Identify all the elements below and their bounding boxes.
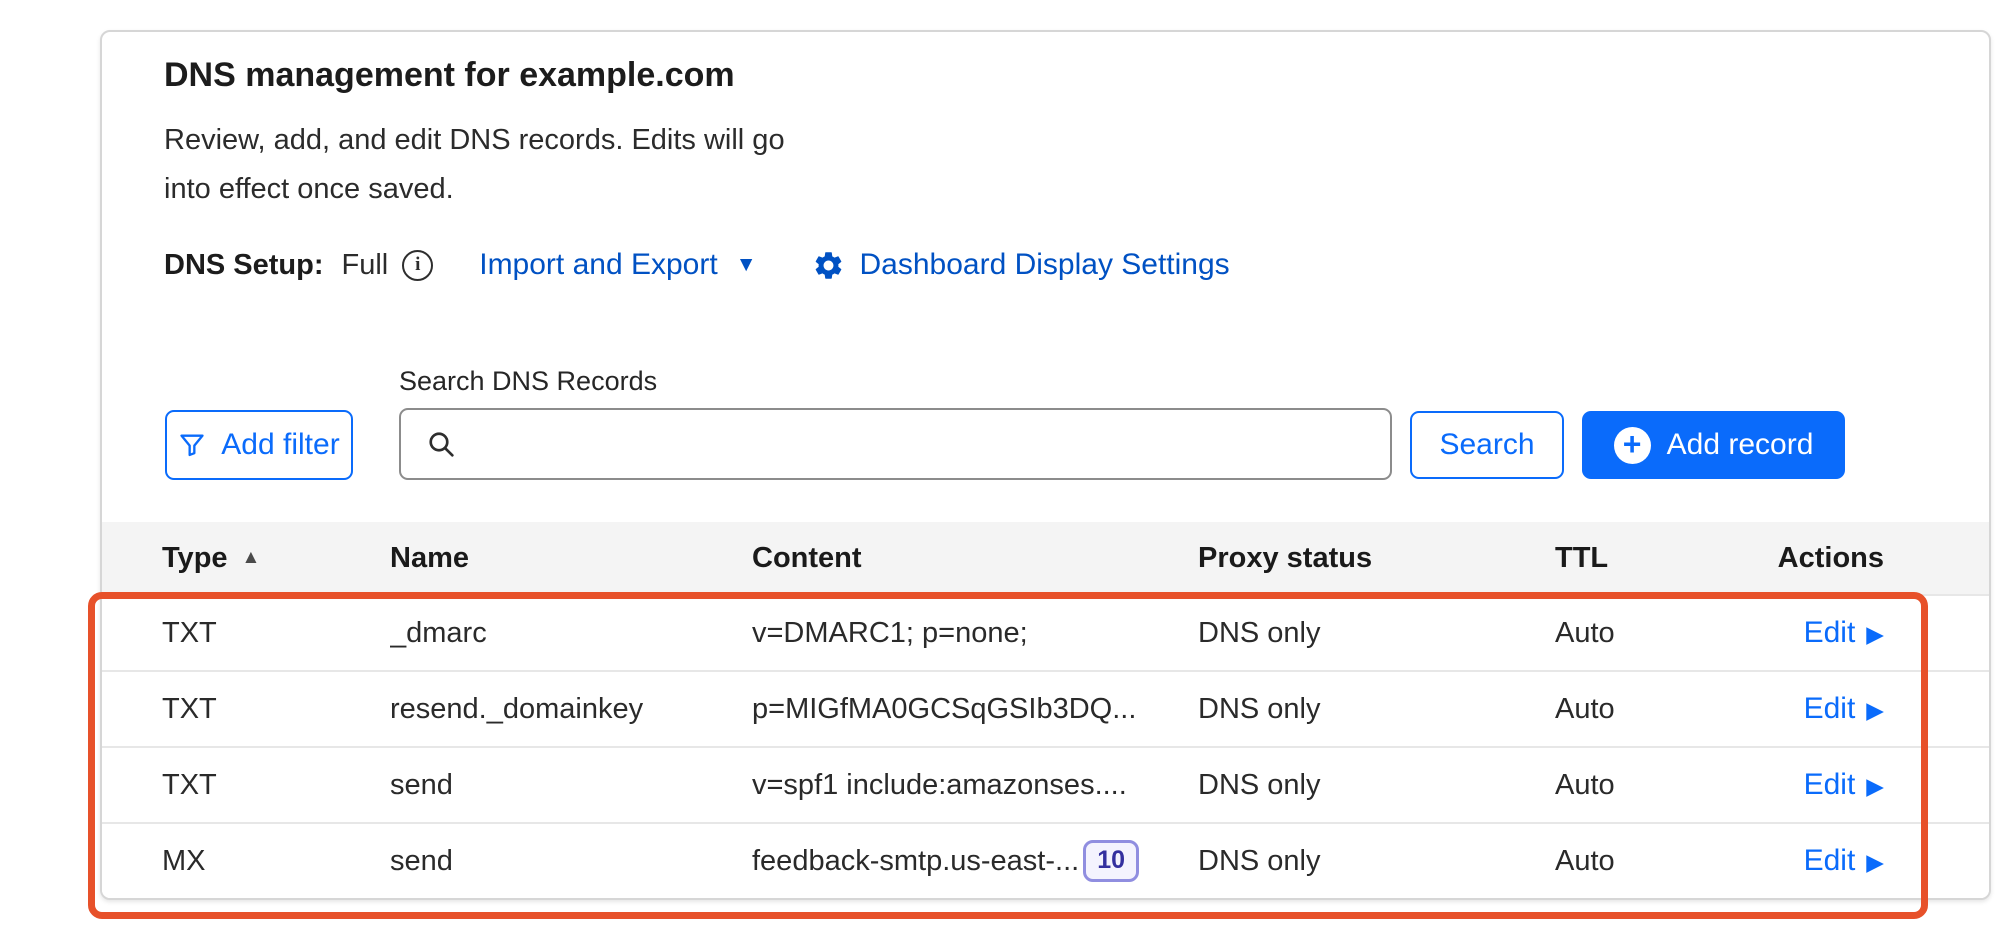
edit-record-link[interactable]: Edit▶: [1804, 768, 1884, 802]
cell-name: resend._domainkey: [390, 693, 752, 726]
dns-records-table: Type ▲ Name Content Proxy status TTL Act…: [102, 522, 1989, 898]
dashboard-display-settings-link[interactable]: Dashboard Display Settings: [812, 248, 1229, 282]
table-row: TXT _dmarc v=DMARC1; p=none; DNS only Au…: [102, 594, 1989, 670]
column-header-content[interactable]: Content: [752, 542, 1198, 575]
cell-ttl: Auto: [1555, 769, 1765, 802]
cell-proxy-status: DNS only: [1198, 617, 1555, 650]
edit-arrow-icon: ▶: [1866, 771, 1884, 800]
cell-ttl: Auto: [1555, 693, 1765, 726]
edit-record-link[interactable]: Edit▶: [1804, 692, 1884, 726]
dashboard-display-settings-label: Dashboard Display Settings: [859, 248, 1229, 282]
search-button[interactable]: Search: [1410, 411, 1564, 479]
dns-setup-row: DNS Setup: Full i Import and Export ▼ Das…: [164, 244, 1230, 286]
cell-content: p=MIGfMA0GCSqGSIb3DQ...: [752, 693, 1198, 726]
page-description: Review, add, and edit DNS records. Edits…: [164, 116, 824, 214]
plus-icon: +: [1614, 427, 1651, 464]
dns-management-card: DNS management for example.com Review, a…: [100, 30, 1991, 900]
cell-ttl: Auto: [1555, 617, 1765, 650]
add-record-label: Add record: [1667, 428, 1814, 462]
page-title-prefix: DNS management for: [164, 56, 519, 94]
page-title: DNS management for example.com: [164, 56, 735, 95]
search-icon: [425, 428, 457, 460]
column-header-proxy-status[interactable]: Proxy status: [1198, 542, 1555, 575]
info-icon[interactable]: i: [402, 250, 433, 281]
cell-type: MX: [162, 845, 390, 878]
cell-content: feedback-smtp.us-east-... 10: [752, 840, 1198, 883]
import-export-link[interactable]: Import and Export ▼: [479, 248, 756, 282]
search-records-label: Search DNS Records: [399, 366, 657, 397]
table-header-row: Type ▲ Name Content Proxy status TTL Act…: [102, 522, 1989, 594]
dns-setup-label: DNS Setup:: [164, 249, 324, 282]
cell-proxy-status: DNS only: [1198, 845, 1555, 878]
add-filter-button[interactable]: Add filter: [165, 410, 353, 480]
column-header-ttl[interactable]: TTL: [1555, 542, 1765, 575]
cell-content: v=spf1 include:amazonses....: [752, 769, 1198, 802]
search-input-container: [399, 408, 1392, 480]
chevron-down-icon: ▼: [736, 253, 757, 277]
cell-type: TXT: [162, 617, 390, 650]
cell-name: _dmarc: [390, 617, 752, 650]
cell-name: send: [390, 845, 752, 878]
add-record-button[interactable]: + Add record: [1582, 411, 1845, 479]
page-title-domain: example.com: [519, 56, 734, 94]
column-header-name[interactable]: Name: [390, 542, 752, 575]
column-header-type[interactable]: Type ▲: [162, 542, 390, 575]
cell-content: v=DMARC1; p=none;: [752, 617, 1198, 650]
filter-funnel-icon: [178, 431, 206, 459]
edit-record-link[interactable]: Edit▶: [1804, 844, 1884, 878]
dns-setup-value: Full: [342, 249, 389, 282]
edit-arrow-icon: ▶: [1866, 847, 1884, 876]
table-row: TXT resend._domainkey p=MIGfMA0GCSqGSIb3…: [102, 670, 1989, 746]
cell-type: TXT: [162, 693, 390, 726]
search-input[interactable]: [473, 414, 1370, 474]
cell-name: send: [390, 769, 752, 802]
cell-type: TXT: [162, 769, 390, 802]
cell-ttl: Auto: [1555, 845, 1765, 878]
import-export-label: Import and Export: [479, 248, 717, 282]
edit-arrow-icon: ▶: [1866, 619, 1884, 648]
column-header-actions: Actions: [1765, 542, 1884, 575]
gear-icon: [812, 249, 845, 282]
cell-proxy-status: DNS only: [1198, 693, 1555, 726]
cell-proxy-status: DNS only: [1198, 769, 1555, 802]
edit-arrow-icon: ▶: [1866, 695, 1884, 724]
table-row: TXT send v=spf1 include:amazonses.... DN…: [102, 746, 1989, 822]
table-row: MX send feedback-smtp.us-east-... 10 DNS…: [102, 822, 1989, 898]
add-filter-label: Add filter: [221, 428, 339, 462]
sort-ascending-icon: ▲: [242, 547, 261, 569]
mx-priority-badge: 10: [1083, 840, 1139, 883]
edit-record-link[interactable]: Edit▶: [1804, 616, 1884, 650]
